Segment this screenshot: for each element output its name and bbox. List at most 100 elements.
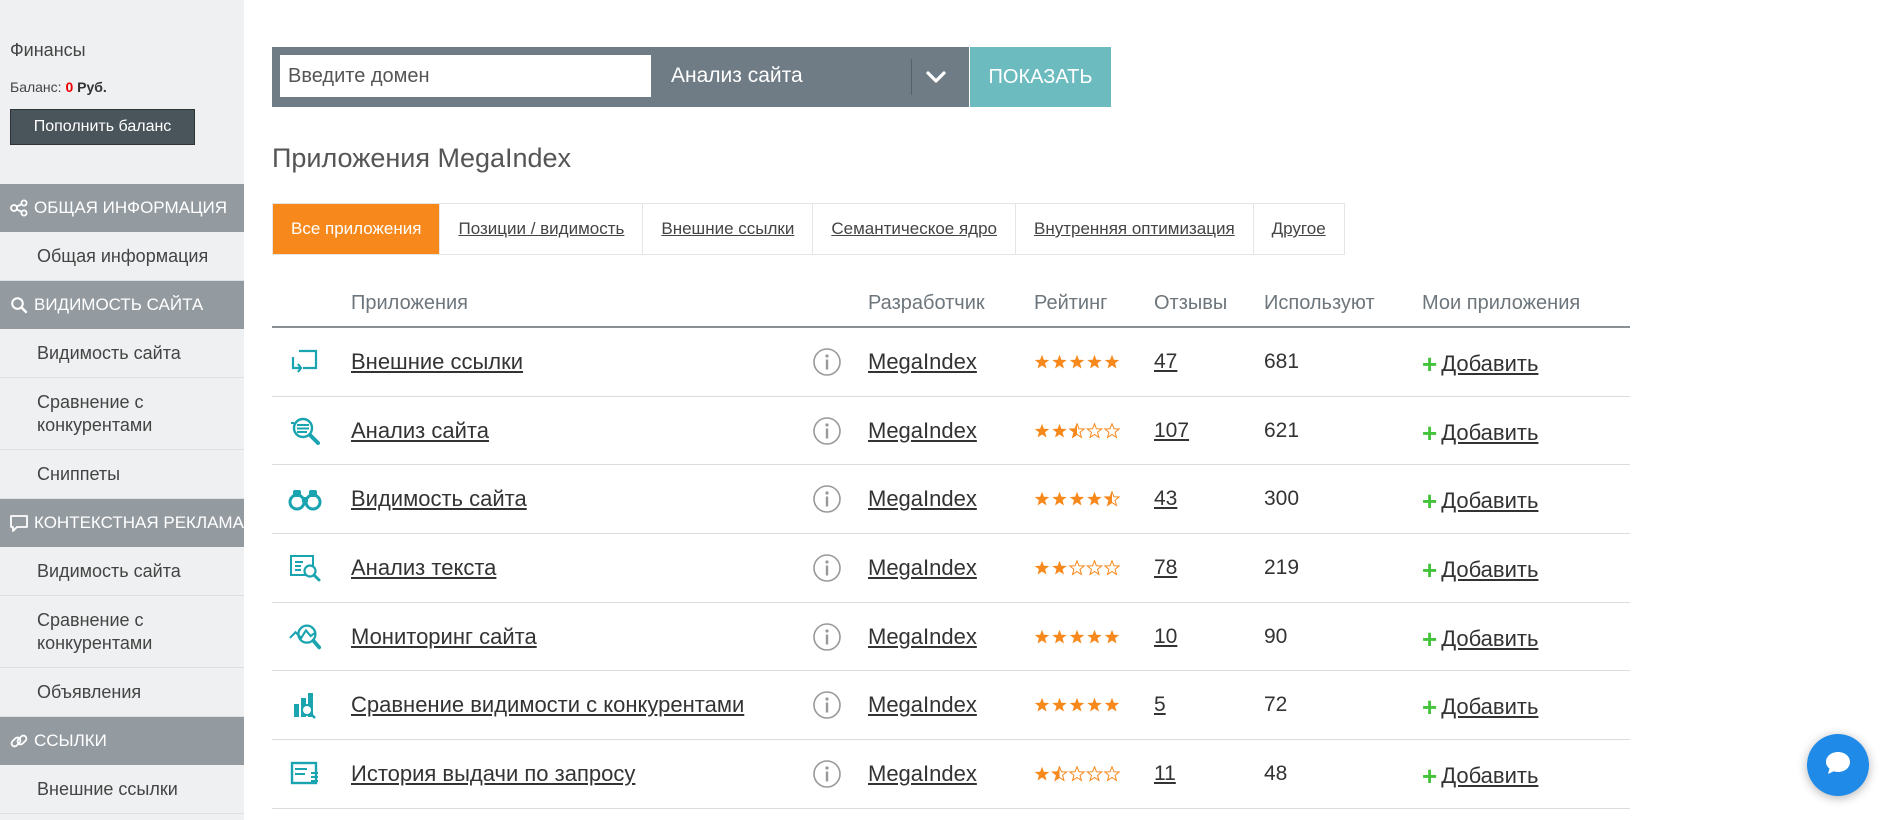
info-icon[interactable] <box>812 416 842 446</box>
reviews-link[interactable]: 10 <box>1154 625 1177 649</box>
tab-label: Другое <box>1271 219 1326 238</box>
domain-input[interactable] <box>280 55 651 97</box>
reviews-link[interactable]: 47 <box>1154 350 1177 374</box>
competitor-compare-icon <box>288 688 322 722</box>
rating-stars <box>1034 559 1121 576</box>
nav-section-links[interactable]: ССЫЛКИ <box>0 717 244 765</box>
uses-count: 681 <box>1264 349 1300 373</box>
nav-section-general[interactable]: ОБЩАЯ ИНФОРМАЦИЯ <box>0 184 244 232</box>
add-app-button[interactable]: + Добавить <box>1422 557 1538 583</box>
sidebar-item-snippets[interactable]: Сниппеты <box>0 450 244 499</box>
header-apps: Приложения <box>351 292 469 314</box>
add-app-button[interactable]: + Добавить <box>1422 351 1538 377</box>
tool-select[interactable]: Анализ сайта <box>653 47 969 107</box>
topup-balance-button[interactable]: Пополнить баланс <box>10 109 195 145</box>
add-app-button[interactable]: + Добавить <box>1422 694 1538 720</box>
reviews-link[interactable]: 5 <box>1154 693 1166 717</box>
info-icon[interactable] <box>812 347 842 377</box>
tab-label: Внутренняя оптимизация <box>1034 219 1235 238</box>
header-reviews: Отзывы <box>1154 292 1228 314</box>
tab-positions-visibility[interactable]: Позиции / видимость <box>440 204 644 254</box>
tab-all-apps[interactable]: Все приложения <box>273 204 441 254</box>
chevron-down-icon[interactable] <box>921 64 951 90</box>
serp-history-icon <box>288 757 322 791</box>
star-full-icon <box>1104 629 1120 644</box>
add-app-button[interactable]: + Добавить <box>1422 626 1538 652</box>
app-name-link[interactable]: Внешние ссылки <box>351 349 523 375</box>
reviews-link[interactable]: 43 <box>1154 487 1177 511</box>
add-app-button[interactable]: + Добавить <box>1422 763 1538 789</box>
table-row: Сравнение видимости с конкурентами MegaI… <box>272 671 1630 741</box>
show-button[interactable]: ПОКАЗАТЬ <box>970 47 1111 107</box>
add-label: Добавить <box>1441 625 1539 651</box>
app-name-link[interactable]: Анализ текста <box>351 555 496 581</box>
star-full-icon <box>1034 766 1050 781</box>
developer-link[interactable]: MegaIndex <box>868 418 977 444</box>
search-icon <box>8 294 30 316</box>
star-full-icon <box>1052 629 1067 644</box>
nav-section-title: ОБЩАЯ ИНФОРМАЦИЯ <box>34 198 228 217</box>
plus-icon: + <box>1422 760 1438 791</box>
reviews-link[interactable]: 107 <box>1154 419 1189 443</box>
star-full-icon <box>1104 354 1120 369</box>
tab-internal-optimization[interactable]: Внутренняя оптимизация <box>1016 204 1254 254</box>
reviews-link[interactable]: 11 <box>1154 762 1176 786</box>
info-icon[interactable] <box>812 690 842 720</box>
star-empty-icon <box>1103 421 1121 439</box>
add-label: Добавить <box>1441 488 1539 514</box>
tool-select-value: Анализ сайта <box>671 64 803 87</box>
nav-section-site-visibility[interactable]: ВИДИМОСТЬ САЙТА <box>0 281 244 329</box>
nav-section-context-ads[interactable]: КОНТЕКСТНАЯ РЕКЛАМА <box>0 499 244 547</box>
rating-stars <box>1034 697 1120 713</box>
info-icon[interactable] <box>812 759 842 789</box>
sidebar-item-external-links[interactable]: Внешние ссылки <box>0 765 244 814</box>
tab-external-links[interactable]: Внешние ссылки <box>643 204 814 254</box>
plus-icon: + <box>1422 486 1438 517</box>
info-icon[interactable] <box>812 553 842 583</box>
rating-stars <box>1034 629 1120 645</box>
tab-label: Позиции / видимость <box>458 219 625 238</box>
developer-link[interactable]: MegaIndex <box>868 349 977 375</box>
developer-link[interactable]: MegaIndex <box>868 555 977 581</box>
app-name-link[interactable]: Видимость сайта <box>351 486 527 512</box>
sidebar-item-ads-visibility[interactable]: Видимость сайта <box>0 547 244 596</box>
external-links-icon <box>288 345 322 379</box>
tab-other[interactable]: Другое <box>1254 204 1344 254</box>
rating-stars <box>1034 490 1121 507</box>
tab-semantic-core[interactable]: Семантическое ядро <box>813 204 1016 254</box>
developer-link[interactable]: MegaIndex <box>868 486 977 512</box>
star-half-icon <box>1103 490 1121 507</box>
developer-link[interactable]: MegaIndex <box>868 761 977 787</box>
tab-label: Все приложения <box>291 219 422 238</box>
sidebar-item-competitor-compare[interactable]: Сравнение с конкурентами <box>0 378 244 450</box>
reviews-link[interactable]: 78 <box>1154 556 1177 580</box>
app-name-link[interactable]: Анализ сайта <box>351 418 489 444</box>
rating-stars <box>1034 354 1120 370</box>
nav-section-title: ССЫЛКИ <box>34 731 107 750</box>
developer-link[interactable]: MegaIndex <box>868 692 977 718</box>
sidebar-item-ads-competitor-compare[interactable]: Сравнение с конкурентами <box>0 596 244 668</box>
add-app-button[interactable]: + Добавить <box>1422 488 1538 514</box>
app-name-link[interactable]: История выдачи по запросу <box>351 761 635 787</box>
app-name-link[interactable]: Мониторинг сайта <box>351 624 537 650</box>
sidebar-item-ads[interactable]: Объявления <box>0 668 244 717</box>
add-label: Добавить <box>1441 419 1539 445</box>
info-icon[interactable] <box>812 622 842 652</box>
sidebar: Финансы Баланс: 0 Руб. Пополнить баланс … <box>0 0 244 820</box>
uses-count: 219 <box>1264 555 1300 579</box>
app-name-link[interactable]: Сравнение видимости с конкурентами <box>351 692 744 718</box>
add-label: Добавить <box>1441 694 1539 720</box>
star-full-icon <box>1087 354 1102 369</box>
tab-label: Семантическое ядро <box>831 219 997 238</box>
nav-section-title: ВИДИМОСТЬ САЙТА <box>34 295 204 314</box>
star-full-icon <box>1052 423 1067 437</box>
developer-link[interactable]: MegaIndex <box>868 624 977 650</box>
info-icon[interactable] <box>812 484 842 514</box>
sidebar-item-general-info[interactable]: Общая информация <box>0 232 244 281</box>
sidebar-item-site-visibility[interactable]: Видимость сайта <box>0 329 244 378</box>
add-app-button[interactable]: + Добавить <box>1422 420 1538 446</box>
chat-button[interactable] <box>1807 734 1869 796</box>
header-uses: Используют <box>1264 292 1375 314</box>
table-row: История выдачи по запросу MegaIndex 11 4… <box>272 740 1630 809</box>
finance-title: Финансы <box>10 40 86 60</box>
